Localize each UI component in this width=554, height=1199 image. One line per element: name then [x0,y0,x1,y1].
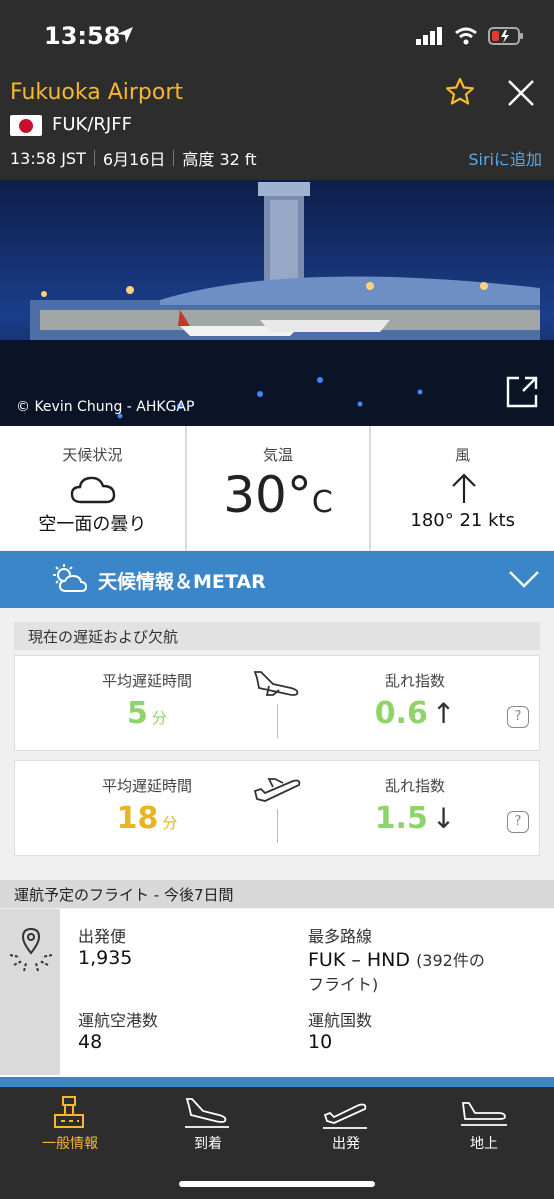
tab-label: 到着 [194,1136,222,1152]
tab-label: 地上 [470,1136,498,1152]
airports-count-label: 運航空港数 [78,1011,159,1030]
delays-section-title: 現在の遅延および欠航 [14,622,540,650]
departures-count-value: 1,935 [78,947,133,969]
arrivals-delay-card: 平均遅延時間 5分 乱れ指数 0.6 ↑ ? [14,655,540,751]
trend-up-arrow-icon: ↑ [431,697,456,730]
status-indicators [416,26,524,46]
help-icon[interactable]: ? [507,811,529,833]
disruption-index-number: 0.6 [374,696,428,731]
disruption-index-label: 乱れ指数 [384,672,445,690]
airport-name: Fukuoka Airport [10,80,183,105]
app-header: 13:58 Fukuoka Airport FUK/RJFF 13:58 JST… [0,0,554,180]
scheduled-side-panel [0,909,60,1075]
weather-cloud-sun-icon [53,564,88,592]
favorite-star-icon[interactable] [444,76,476,108]
add-to-siri-link[interactable]: Siriに追加 [468,146,542,170]
arrival-plane-icon [253,671,299,696]
elevation: 高度 32 ft [182,150,257,169]
divider [277,704,278,738]
departures-delay-card: 平均遅延時間 18 分 乱れ指数 1.5 ↓ ? [14,760,540,856]
top-route-value: FUK – HND (392件の [308,947,485,971]
blue-section-strip [0,1077,554,1087]
condition-value: 空一面の曇り [38,514,147,535]
condition-label: 天候状況 [62,446,123,464]
countries-count-value: 10 [308,1031,333,1053]
top-route-count-continued: フライト) [308,975,379,994]
departures-count-label: 出発便 [78,927,127,946]
avg-delay-value: 5分 [15,696,279,731]
departure-plane-icon [253,778,301,802]
avg-delay-label: 平均遅延時間 [101,672,192,690]
weather-card: 天候状況 空一面の曇り 気温 30°C 風 180° 21 kts [0,426,554,550]
avg-delay-number: 5 [127,696,148,731]
temperature-number: 30° [223,466,312,524]
location-arrow-icon [117,27,133,43]
status-time: 13:58 [44,22,121,50]
disruption-index-number: 1.5 [374,801,428,836]
signal-icon [416,27,442,45]
airport-photo [0,180,554,426]
metar-label: 天候情報＆METAR [98,571,266,593]
tab-departures[interactable]: 出発 [296,1095,396,1153]
top-route-label: 最多路線 [308,927,373,946]
departure-plane-icon [323,1103,367,1129]
tab-arrivals[interactable]: 到着 [158,1095,258,1153]
temperature-value: 30°C [187,466,370,524]
airport-terminal-icon [54,1096,84,1128]
tab-ground[interactable]: 地上 [434,1095,534,1153]
wind-value: 180° 21 kts [410,510,515,531]
disruption-index-value: 1.5 ↓ [315,801,515,836]
photo-credit: © Kevin Chung - AHKGAP [16,399,195,415]
expand-photo-icon[interactable] [505,375,539,409]
japan-flag-icon [10,115,42,136]
top-route-count: (392件の [416,951,485,970]
condition-column: 天候状況 空一面の曇り [0,426,185,550]
temperature-column: 気温 30°C [184,426,370,550]
avg-delay-unit: 分 [151,709,167,727]
temperature-unit: C [311,485,333,520]
avg-delay-number: 18 [116,801,159,836]
weather-metar-toggle[interactable]: 天候情報＆METAR [0,551,554,608]
home-indicator[interactable] [179,1181,375,1187]
airport-codes: FUK/RJFF [52,114,132,135]
wind-label: 風 [455,446,471,464]
avg-delay-value: 18 分 [15,801,279,836]
avg-delay-unit: 分 [162,814,178,832]
scheduled-flights-card: 出発便 1,935 最多路線 FUK – HND (392件の フライト) 運航… [0,909,554,1077]
wind-direction-arrow-icon [452,473,477,503]
tab-general-info[interactable]: 一般情報 [20,1095,120,1153]
airports-count-value: 48 [78,1031,103,1053]
tab-label: 一般情報 [42,1136,98,1152]
help-icon[interactable]: ? [507,706,529,728]
separator [93,150,95,166]
date: 6月16日 [102,150,166,169]
location-pin-routes-icon [9,927,53,972]
wind-column: 風 180° 21 kts [369,426,554,550]
disruption-index-value: 0.6 ↑ [315,696,515,731]
arrival-plane-icon [185,1098,229,1128]
chevron-down-icon [509,571,539,588]
ground-plane-icon [461,1102,507,1126]
separator [173,150,175,166]
wifi-icon [455,27,477,45]
top-route-code: FUK – HND [308,949,411,971]
battery-low-icon [488,27,523,45]
avg-delay-label: 平均遅延時間 [101,777,192,795]
close-icon[interactable] [506,78,536,108]
countries-count-label: 運航国数 [308,1011,373,1030]
disruption-index-label: 乱れ指数 [384,777,445,795]
scheduled-section-title: 運航予定のフライト - 今後7日間 [0,880,554,908]
trend-down-arrow-icon: ↓ [431,802,456,835]
temperature-label: 気温 [263,446,294,464]
cloud-icon [70,476,116,504]
divider [277,809,278,843]
local-time: 13:58 JST [10,148,86,168]
tab-label: 出発 [332,1136,360,1152]
airport-meta: 13:58 JST 6月16日 高度 32 ft [10,146,257,170]
